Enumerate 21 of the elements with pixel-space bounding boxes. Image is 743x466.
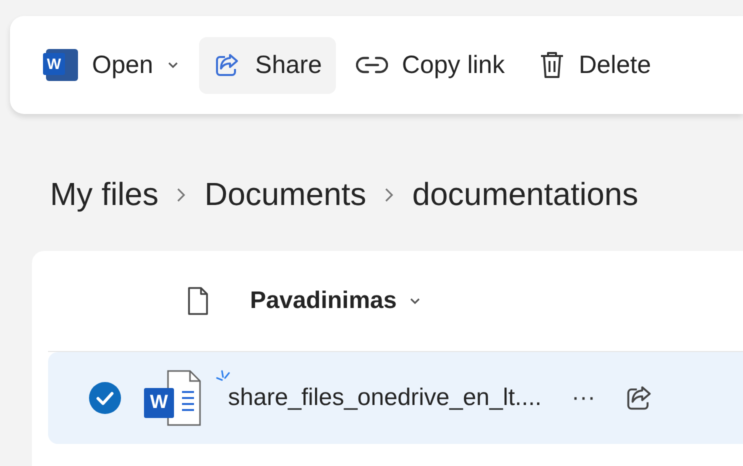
file-row[interactable]: W share_files_onedrive_en_lt.... ··· bbox=[48, 352, 743, 444]
chevron-right-icon bbox=[176, 186, 186, 202]
chevron-down-icon bbox=[167, 61, 180, 69]
delete-button[interactable]: Delete bbox=[524, 36, 665, 94]
checkmark-icon[interactable] bbox=[88, 381, 122, 415]
file-name[interactable]: share_files_onedrive_en_lt.... bbox=[228, 384, 542, 412]
breadcrumb-link[interactable]: documentations bbox=[412, 176, 638, 213]
chevron-right-icon bbox=[384, 186, 394, 202]
more-options-button[interactable]: ··· bbox=[566, 384, 602, 412]
file-icon bbox=[186, 286, 210, 316]
open-button[interactable]: W Open bbox=[32, 35, 194, 95]
copy-link-button[interactable]: Copy link bbox=[342, 36, 519, 94]
trash-icon bbox=[538, 50, 565, 80]
word-icon: W bbox=[46, 49, 78, 81]
name-column-header[interactable]: Pavadinimas bbox=[246, 283, 425, 319]
breadcrumb-link[interactable]: Documents bbox=[204, 176, 366, 213]
link-icon bbox=[356, 55, 388, 75]
share-button[interactable]: Share bbox=[199, 36, 336, 94]
chevron-down-icon bbox=[408, 297, 421, 305]
breadcrumb-link[interactable]: My files bbox=[50, 176, 158, 213]
new-file-sparkle-icon bbox=[216, 370, 230, 384]
